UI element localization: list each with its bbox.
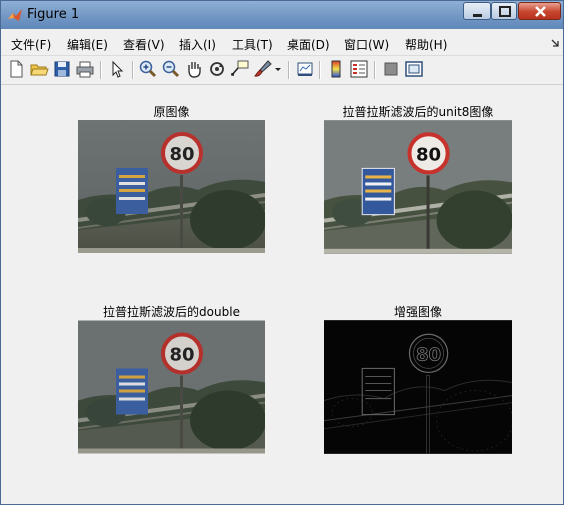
toolbar-separator <box>288 61 290 79</box>
menu-dock-arrow-icon[interactable] <box>550 38 560 48</box>
menu-bar: 文件(F) 编辑(E) 查看(V) 插入(I) 工具(T) 桌面(D) 窗口(W… <box>1 31 563 56</box>
sign-number: 80 <box>416 344 441 365</box>
maximize-button[interactable] <box>491 2 517 20</box>
toolbar-separator <box>100 61 102 79</box>
menu-desktop[interactable]: 桌面(D) <box>287 36 330 53</box>
maximize-icon <box>499 6 511 17</box>
save-icon[interactable] <box>52 59 72 79</box>
zoom-in-icon[interactable] <box>138 59 158 79</box>
rotate-3d-icon[interactable] <box>207 59 227 79</box>
sign-number: 80 <box>169 144 194 165</box>
matlab-logo-icon <box>8 9 22 21</box>
new-figure-icon[interactable] <box>6 59 26 79</box>
toolbar-separator <box>132 61 134 79</box>
pan-hand-icon[interactable] <box>184 59 204 79</box>
menu-edit[interactable]: 编辑(E) <box>67 36 108 53</box>
toolbar-separator <box>319 61 321 79</box>
close-icon <box>535 6 546 17</box>
link-plot-icon[interactable] <box>295 59 315 79</box>
image-unit8[interactable]: 80 <box>324 120 512 254</box>
minimize-icon <box>473 14 482 17</box>
zoom-out-icon[interactable] <box>161 59 181 79</box>
close-button[interactable] <box>518 2 561 20</box>
sign-number: 80 <box>169 345 194 366</box>
legend-icon[interactable] <box>349 59 369 79</box>
figure-canvas: 原图像 80 拉普拉斯滤波后的unit8图像 80 拉普拉斯滤波后的double… <box>5 87 561 502</box>
brush-icon[interactable] <box>253 59 273 79</box>
figure-toolbar <box>1 56 563 85</box>
menu-help[interactable]: 帮助(H) <box>405 36 447 53</box>
axes-title-unit8: 拉普拉斯滤波后的unit8图像 <box>342 105 494 119</box>
print-icon[interactable] <box>75 59 95 79</box>
show-plot-tools-icon[interactable] <box>404 59 424 79</box>
open-folder-icon[interactable] <box>29 59 49 79</box>
colorbar-icon[interactable] <box>326 59 346 79</box>
menu-file[interactable]: 文件(F) <box>11 36 51 53</box>
menu-insert[interactable]: 插入(I) <box>179 36 216 53</box>
sign-number: 80 <box>416 144 441 165</box>
menu-view[interactable]: 查看(V) <box>123 36 165 53</box>
axes-title-double: 拉普拉斯滤波后的double <box>103 305 240 319</box>
window-title: Figure 1 <box>27 7 80 22</box>
minimize-button[interactable] <box>463 2 491 20</box>
axes-title-enhanced: 增强图像 <box>393 305 442 319</box>
title-bar[interactable]: Figure 1 <box>1 1 563 29</box>
menu-window[interactable]: 窗口(W) <box>344 36 389 53</box>
image-double[interactable]: 80 <box>78 320 265 454</box>
figure-window: Figure 1 文件(F) 编辑(E) 查看(V) 插入(I) 工具(T) 桌… <box>0 0 564 505</box>
image-original[interactable]: 80 <box>78 120 265 253</box>
data-cursor-icon[interactable] <box>230 59 250 79</box>
toolbar-separator <box>374 61 376 79</box>
brush-dropdown-icon[interactable] <box>273 59 283 79</box>
menu-tools[interactable]: 工具(T) <box>232 36 273 53</box>
hide-plot-tools-icon[interactable] <box>381 59 401 79</box>
axes-title-original: 原图像 <box>153 105 190 119</box>
image-enhanced[interactable]: 80 <box>324 320 512 454</box>
edit-plot-arrow-icon[interactable] <box>107 59 127 79</box>
